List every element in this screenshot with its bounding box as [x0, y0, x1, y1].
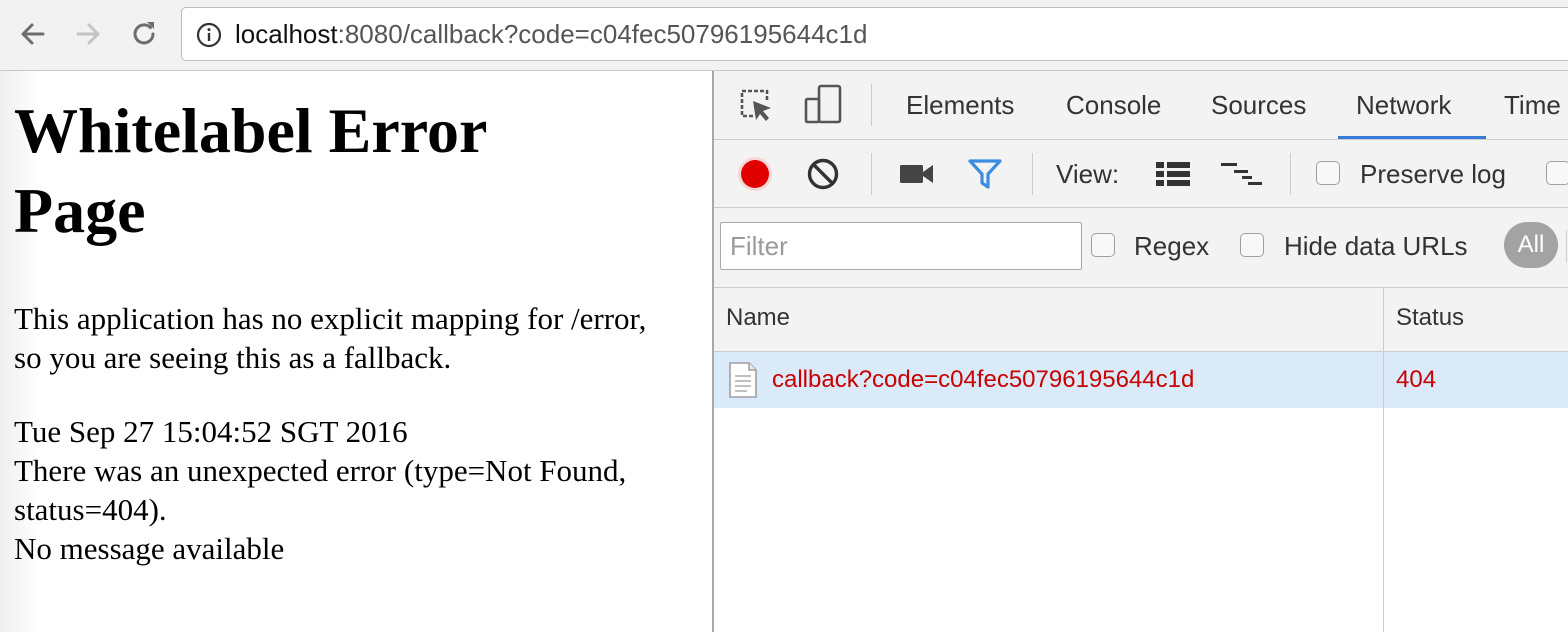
disable-cache-checkbox[interactable]	[1546, 161, 1568, 185]
reload-icon	[133, 22, 155, 45]
regex-checkbox[interactable]	[1091, 233, 1115, 257]
hide-data-urls-checkbox[interactable]	[1240, 233, 1264, 257]
address-bar[interactable]: localhost:8080/callback?code=c04fec50796…	[181, 7, 1568, 61]
clear-button[interactable]	[806, 157, 840, 191]
table-header: Name Status	[714, 288, 1568, 352]
column-header-name[interactable]: Name	[726, 302, 790, 334]
table-row[interactable]: callback?code=c04fec50796195644c1d 404	[714, 352, 1568, 408]
url-text[interactable]: localhost:8080/callback?code=c04fec50796…	[235, 19, 867, 49]
active-tab-indicator	[1338, 136, 1486, 139]
clear-icon	[807, 158, 839, 190]
page-title: Whitelabel Error Page	[14, 95, 487, 246]
filter-divider	[1566, 230, 1567, 262]
inspect-element-button[interactable]	[736, 85, 776, 125]
device-toolbar-button[interactable]	[802, 83, 844, 125]
tab-timeline[interactable]: Time	[1504, 89, 1561, 121]
filter-toggle-button[interactable]	[966, 156, 1004, 192]
filter-bar: Regex Hide data URLs All	[714, 208, 1568, 288]
filter-input[interactable]	[720, 222, 1082, 270]
preserve-log-checkbox[interactable]	[1316, 161, 1340, 185]
browser-toolbar: localhost:8080/callback?code=c04fec50796…	[0, 0, 1568, 71]
reload-button[interactable]	[126, 16, 162, 52]
list-view-icon	[1156, 162, 1190, 186]
arrow-left-icon	[21, 23, 45, 45]
controls-divider	[1290, 153, 1291, 195]
error-timestamp: Tue Sep 27 15:04:52 SGT 2016	[14, 414, 408, 449]
controls-divider	[1032, 153, 1033, 195]
error-type-status: There was an unexpected error (type=Not …	[14, 453, 627, 527]
device-mode-icon	[804, 84, 842, 124]
network-requests-table: Name Status callback?code=c04fec50796195…	[714, 288, 1568, 632]
error-details: Tue Sep 27 15:04:52 SGT 2016 There was an…	[14, 412, 664, 568]
capture-screenshots-button[interactable]	[898, 160, 936, 188]
preserve-log-label: Preserve log	[1360, 159, 1506, 189]
column-divider[interactable]	[1383, 288, 1384, 632]
document-icon	[729, 362, 757, 398]
arrow-right-icon	[76, 23, 100, 45]
toolbar-divider	[871, 84, 872, 126]
inspect-cursor-icon	[740, 89, 771, 121]
controls-divider	[871, 153, 872, 195]
page-content: Whitelabel Error Page This application h…	[0, 71, 712, 632]
regex-label: Regex	[1134, 231, 1210, 261]
view-label: View:	[1056, 159, 1120, 189]
request-status: 404	[1396, 366, 1437, 393]
column-header-status[interactable]: Status	[1396, 302, 1464, 334]
request-name[interactable]: callback?code=c04fec50796195644c1d	[772, 364, 1194, 396]
tab-sources[interactable]: Sources	[1211, 89, 1306, 121]
devtools-tab-bar: Elements Console Sources Network Time	[714, 71, 1568, 140]
forward-button[interactable]	[70, 16, 106, 52]
record-icon	[738, 157, 772, 191]
network-controls: View: Preserve log	[714, 140, 1568, 208]
large-rows-button[interactable]	[1154, 160, 1192, 188]
filter-funnel-icon	[968, 159, 1002, 189]
overview-toggle-button[interactable]	[1220, 160, 1264, 188]
url-host: localhost	[235, 19, 338, 49]
record-button[interactable]	[736, 155, 774, 193]
tab-console[interactable]: Console	[1066, 89, 1161, 121]
hide-data-urls-label: Hide data URLs	[1284, 231, 1468, 261]
video-camera-icon	[900, 165, 933, 183]
waterfall-view-icon	[1221, 163, 1262, 185]
url-path: :8080/callback?code=c04fec50796195644c1d	[337, 19, 868, 49]
devtools-panel: Elements Console Sources Network Time Vi…	[712, 71, 1568, 632]
info-circle-icon[interactable]	[196, 22, 222, 48]
resource-type-all-button[interactable]: All	[1504, 222, 1558, 268]
error-detail: No message available	[14, 531, 285, 566]
back-button[interactable]	[15, 16, 51, 52]
error-message: This application has no explicit mapping…	[14, 301, 647, 375]
tab-network[interactable]: Network	[1356, 89, 1451, 121]
tab-elements[interactable]: Elements	[906, 89, 1014, 121]
